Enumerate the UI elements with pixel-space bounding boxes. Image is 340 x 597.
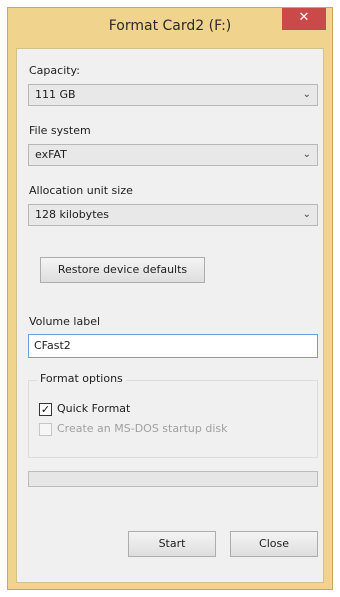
format-options-group: Format options ✓ Quick Format Create an …: [28, 372, 318, 458]
allocation-select[interactable]: 128 kilobytes ⌄: [28, 204, 318, 226]
msdos-startup-label: Create an MS-DOS startup disk: [57, 422, 228, 435]
title-bar[interactable]: Format Card2 (F:) ✕: [8, 8, 332, 48]
allocation-value: 128 kilobytes: [35, 208, 110, 221]
close-icon: ✕: [298, 10, 310, 25]
volume-label-input[interactable]: CFast2: [28, 334, 318, 358]
chevron-down-icon: ⌄: [302, 89, 311, 100]
quick-format-label[interactable]: Quick Format: [57, 402, 130, 415]
volume-label-caption: Volume label: [29, 315, 101, 328]
volume-label-value: CFast2: [34, 339, 71, 352]
capacity-label: Capacity:: [29, 64, 80, 77]
start-button[interactable]: Start: [128, 531, 216, 557]
file-system-select[interactable]: exFAT ⌄: [28, 144, 318, 166]
close-window-button[interactable]: ✕: [282, 8, 326, 30]
capacity-select[interactable]: 111 GB ⌄: [28, 84, 318, 106]
dialog-body: Capacity: 111 GB ⌄ File system exFAT ⌄ A…: [16, 48, 324, 583]
allocation-label: Allocation unit size: [29, 184, 133, 197]
msdos-startup-checkbox: [39, 423, 52, 436]
format-progress-bar: [28, 471, 318, 487]
restore-defaults-button[interactable]: Restore device defaults: [40, 257, 205, 283]
quick-format-checkbox[interactable]: ✓: [39, 403, 52, 416]
format-dialog: Format Card2 (F:) ✕ Capacity: 111 GB ⌄ F…: [7, 7, 333, 590]
format-options-title: Format options: [37, 372, 126, 385]
file-system-label: File system: [29, 124, 91, 137]
chevron-down-icon: ⌄: [302, 149, 311, 160]
file-system-value: exFAT: [35, 148, 67, 161]
capacity-value: 111 GB: [35, 88, 76, 101]
chevron-down-icon: ⌄: [302, 209, 311, 220]
check-icon: ✓: [40, 403, 51, 416]
close-button[interactable]: Close: [230, 531, 318, 557]
